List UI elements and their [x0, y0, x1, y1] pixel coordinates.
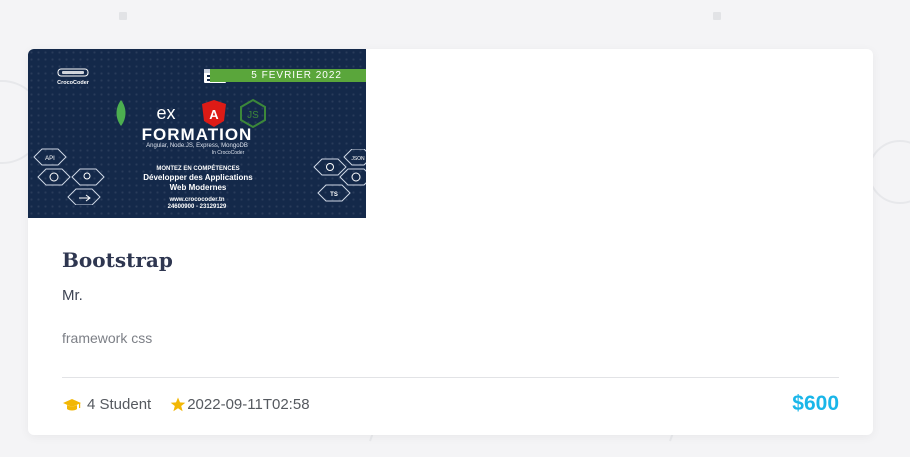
course-meta: 4 Student 2022-09-11T02:58	[62, 396, 310, 413]
banner-title: FORMATION	[141, 125, 253, 144]
students-label: 4 Student	[87, 396, 152, 413]
students-count: 4 Student	[62, 396, 151, 413]
card-divider	[62, 377, 839, 378]
course-card[interactable]: CrocoCoder 5 FEVRIER 2022 ex A JS FORMAT…	[28, 49, 873, 435]
banner-phones: 24600900 - 23129129	[167, 204, 227, 210]
background-dot	[119, 12, 127, 20]
svg-text:CrocoCoder: CrocoCoder	[57, 80, 90, 86]
banner-heading-2: Développer des Applications	[143, 173, 253, 182]
banner-heading: MONTEZ EN COMPÉTENCES	[156, 166, 240, 172]
json-badge: JSON	[351, 156, 365, 162]
hexagon-icons-right: JSON TS	[313, 149, 366, 202]
tech-logos: ex A JS	[116, 98, 266, 128]
api-badge: API	[45, 156, 55, 162]
background-ring	[868, 140, 910, 204]
banner-heading-3: Web Modernes	[169, 183, 227, 192]
ts-badge: TS	[330, 192, 338, 198]
background-dot	[713, 12, 721, 20]
course-description: framework css	[62, 330, 153, 346]
search-icon	[83, 172, 91, 180]
banner-subtitle: Angular, Node.JS, Express, MongoDB	[146, 143, 248, 149]
course-title[interactable]: Bootstrap	[62, 248, 173, 272]
banner-date: 5 FEVRIER 2022	[210, 69, 366, 82]
mongodb-icon	[116, 100, 126, 126]
hexagon-icons-left: API	[33, 148, 105, 205]
globe-icon	[351, 172, 361, 182]
svg-text:JS: JS	[247, 110, 259, 121]
star-icon	[170, 397, 186, 412]
banner-website: www.crococoder.tn	[169, 197, 225, 203]
code-icon	[326, 163, 334, 171]
graduation-cap-icon	[63, 398, 81, 410]
svg-text:A: A	[209, 107, 219, 122]
course-price: $600	[792, 392, 839, 415]
date-label: 2022-09-11T02:58	[187, 396, 310, 413]
gear-icon	[49, 172, 59, 182]
course-date: 2022-09-11T02:58	[170, 396, 310, 413]
course-teacher: Mr.	[62, 287, 83, 304]
banner-subtitle-2: In CrocoCoder	[211, 150, 245, 156]
crococoder-logo: CrocoCoder	[57, 68, 90, 86]
express-icon: ex	[156, 103, 175, 123]
course-banner-image[interactable]: CrocoCoder 5 FEVRIER 2022 ex A JS FORMAT…	[28, 49, 366, 218]
